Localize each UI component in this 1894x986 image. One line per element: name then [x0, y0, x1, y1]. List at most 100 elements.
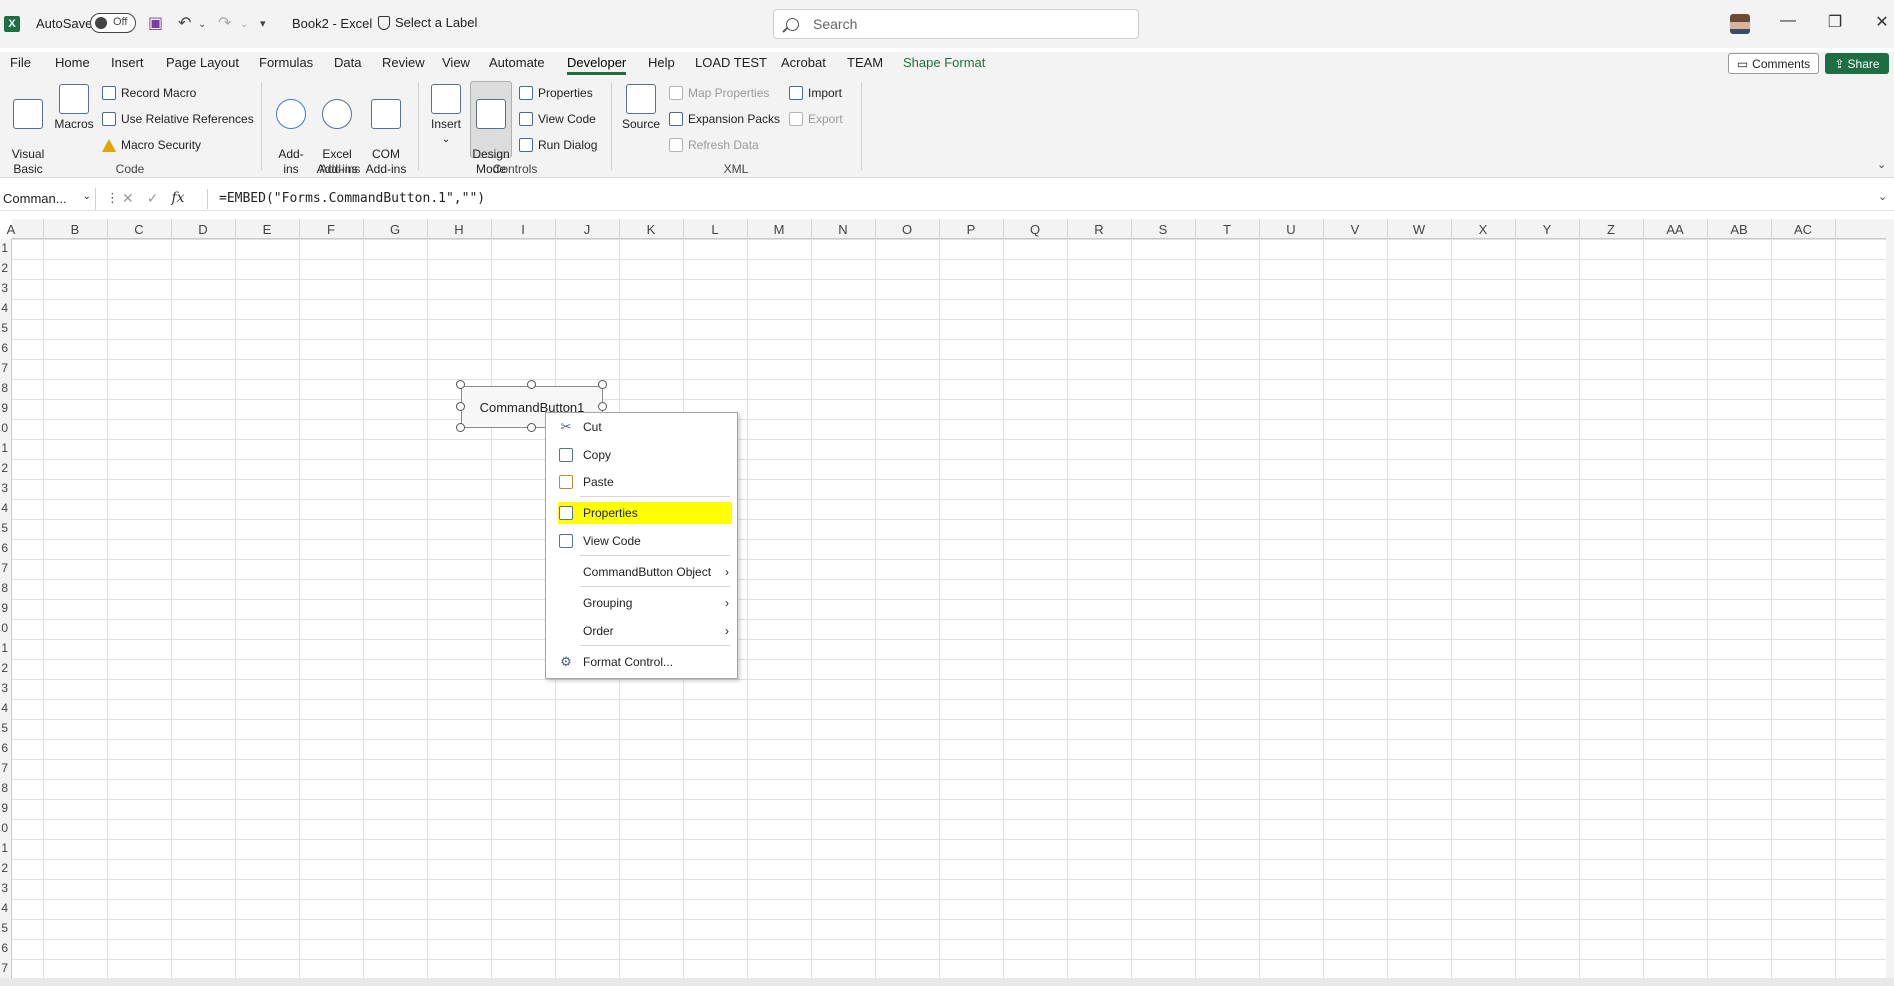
column-header[interactable]: H: [427, 222, 491, 237]
run-dialog-button[interactable]: Run Dialog: [519, 138, 597, 152]
menu-item-paste[interactable]: Paste: [546, 471, 737, 493]
source-button[interactable]: Source: [620, 84, 662, 132]
menu-item-view-code[interactable]: View Code: [546, 530, 737, 552]
menu-item-copy[interactable]: Copy: [546, 444, 737, 466]
row-header[interactable]: 6: [1, 541, 8, 555]
macros-button[interactable]: Macros: [53, 84, 95, 132]
menu-item-grouping[interactable]: Grouping ›: [546, 592, 737, 614]
tab-review[interactable]: Review: [382, 55, 425, 70]
menu-item-properties[interactable]: Properties: [558, 502, 732, 524]
row-header[interactable]: 3: [1, 881, 8, 895]
properties-button[interactable]: Properties: [519, 86, 593, 100]
row-header[interactable]: 5: [1, 721, 8, 735]
column-header[interactable]: L: [683, 222, 747, 237]
record-macro-button[interactable]: Record Macro: [102, 86, 196, 100]
row-header[interactable]: 7: [1, 361, 8, 375]
restore-icon[interactable]: ❐: [1815, 12, 1855, 32]
minimize-icon[interactable]: —: [1768, 12, 1808, 30]
row-header[interactable]: 7: [1, 561, 8, 575]
menu-item-order[interactable]: Order ›: [546, 620, 737, 642]
row-header[interactable]: 5: [1, 321, 8, 335]
row-header[interactable]: 1: [1, 841, 8, 855]
comments-button[interactable]: ▭ Comments: [1728, 53, 1819, 74]
enter-icon[interactable]: ✓: [147, 190, 159, 207]
collapse-ribbon-icon[interactable]: ⌄: [1877, 158, 1886, 171]
row-header[interactable]: 1: [1, 441, 8, 455]
use-relative-references-button[interactable]: Use Relative References: [102, 112, 254, 126]
vertical-scrollbar[interactable]: [1886, 219, 1894, 978]
name-box[interactable]: Comman... ⌄: [0, 188, 96, 210]
column-header[interactable]: O: [875, 222, 939, 237]
row-header[interactable]: 4: [1, 901, 8, 915]
row-header[interactable]: 6: [1, 341, 8, 355]
chevron-down-icon[interactable]: ⌄: [83, 191, 91, 202]
row-header[interactable]: 0: [1, 821, 8, 835]
row-header[interactable]: 5: [1, 521, 8, 535]
menu-item-commandbutton-object[interactable]: CommandButton Object ›: [546, 561, 737, 583]
column-header[interactable]: AC: [1771, 222, 1835, 237]
tab-load-test[interactable]: LOAD TEST: [695, 55, 767, 70]
row-header[interactable]: 0: [1, 621, 8, 635]
row-header[interactable]: 0: [1, 421, 8, 435]
column-header[interactable]: D: [171, 222, 235, 237]
row-header[interactable]: 7: [1, 961, 8, 975]
column-header[interactable]: A: [0, 222, 43, 237]
row-header[interactable]: 8: [1, 581, 8, 595]
column-header[interactable]: P: [939, 222, 1003, 237]
row-header[interactable]: 9: [1, 601, 8, 615]
tab-help[interactable]: Help: [648, 55, 675, 70]
column-header[interactable]: T: [1195, 222, 1259, 237]
cells[interactable]: [12, 239, 1886, 978]
close-icon[interactable]: ✕: [1862, 12, 1894, 32]
column-header[interactable]: V: [1323, 222, 1387, 237]
column-header[interactable]: Q: [1003, 222, 1067, 237]
map-properties-button[interactable]: Map Properties: [669, 86, 769, 100]
cancel-icon[interactable]: ✕: [122, 190, 134, 207]
row-header[interactable]: 8: [1, 781, 8, 795]
resize-handle[interactable]: [456, 423, 465, 432]
tab-insert[interactable]: Insert: [111, 55, 144, 70]
resize-handle[interactable]: [598, 380, 607, 389]
column-header[interactable]: R: [1067, 222, 1131, 237]
save-icon[interactable]: ▣: [148, 13, 163, 33]
search-input[interactable]: Search: [773, 9, 1139, 39]
row-header[interactable]: 2: [1, 261, 8, 275]
column-divider[interactable]: [1835, 219, 1836, 239]
tab-developer[interactable]: Developer: [567, 55, 627, 75]
row-header[interactable]: 9: [1, 401, 8, 415]
row-header[interactable]: 2: [1, 461, 8, 475]
column-header[interactable]: N: [811, 222, 875, 237]
refresh-data-button[interactable]: Refresh Data: [669, 138, 759, 152]
column-header[interactable]: AB: [1707, 222, 1771, 237]
column-header[interactable]: W: [1387, 222, 1451, 237]
row-header[interactable]: 7: [1, 761, 8, 775]
tab-team[interactable]: TEAM: [847, 55, 883, 70]
row-header[interactable]: 3: [1, 681, 8, 695]
column-header[interactable]: U: [1259, 222, 1323, 237]
column-header[interactable]: X: [1451, 222, 1515, 237]
autosave-toggle[interactable]: Off: [90, 13, 136, 33]
tab-automate[interactable]: Automate: [489, 55, 545, 70]
resize-handle[interactable]: [456, 380, 465, 389]
column-header[interactable]: S: [1131, 222, 1195, 237]
row-header[interactable]: 3: [1, 481, 8, 495]
column-header[interactable]: F: [299, 222, 363, 237]
column-header[interactable]: G: [363, 222, 427, 237]
resize-handle[interactable]: [527, 380, 536, 389]
macro-security-button[interactable]: Macro Security: [102, 138, 201, 152]
tab-view[interactable]: View: [442, 55, 470, 70]
row-header[interactable]: 2: [1, 661, 8, 675]
tab-page-layout[interactable]: Page Layout: [166, 55, 239, 70]
column-header[interactable]: K: [619, 222, 683, 237]
tab-acrobat[interactable]: Acrobat: [781, 55, 826, 70]
row-header[interactable]: 9: [1, 801, 8, 815]
column-header[interactable]: Z: [1579, 222, 1643, 237]
column-header[interactable]: E: [235, 222, 299, 237]
avatar[interactable]: [1730, 14, 1750, 34]
row-header[interactable]: 6: [1, 741, 8, 755]
expansion-packs-button[interactable]: Expansion Packs: [669, 112, 780, 126]
column-header[interactable]: J: [555, 222, 619, 237]
undo-dropdown-icon[interactable]: ⌄: [198, 19, 206, 30]
share-button[interactable]: ⇪ Share: [1825, 53, 1889, 74]
export-button[interactable]: Export: [789, 112, 843, 126]
